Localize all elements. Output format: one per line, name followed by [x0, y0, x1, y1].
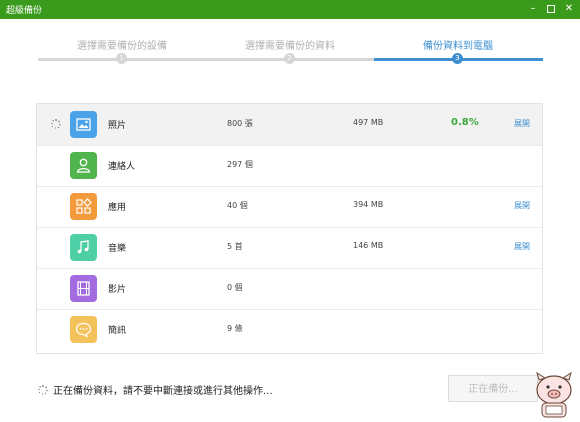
step-label-2: 選擇需要備份的資料	[245, 41, 335, 52]
apps-icon	[70, 193, 97, 220]
status-text: 正在備份資料，請不要中斷連接或進行其他操作...	[53, 386, 273, 397]
row-size: 497 MB	[353, 118, 384, 127]
list-item-video: 影片 0 個	[37, 268, 542, 310]
row-count: 800 張	[227, 119, 253, 128]
list-item-apps: 應用 40 個 394 MB 展開	[37, 186, 542, 228]
step-line-inactive	[38, 58, 374, 61]
step-label-3: 備份資料到電腦	[423, 41, 493, 52]
row-count: 9 條	[227, 324, 243, 333]
expand-link[interactable]: 展開	[514, 241, 530, 252]
pig-mascot-icon	[536, 371, 572, 418]
expand-link[interactable]: 展開	[514, 118, 530, 129]
row-percent: 0.8%	[451, 117, 479, 128]
row-name: 照片	[108, 121, 127, 131]
row-name: 影片	[108, 285, 127, 295]
step-label-1: 選擇需要備份的設備	[77, 41, 167, 52]
row-count: 297 個	[227, 160, 253, 169]
row-count: 40 個	[227, 201, 248, 210]
video-icon	[70, 275, 97, 302]
row-name: 應用	[108, 203, 127, 213]
row-size: 146 MB	[353, 241, 384, 250]
backup-progress-button[interactable]: 正在備份...	[448, 375, 538, 402]
step-dot-3: 3	[452, 53, 463, 64]
backup-list: 照片 800 張 497 MB 0.8% 展開 連絡人 297 個 應用 40 …	[36, 103, 543, 354]
close-icon[interactable]: ✕	[561, 1, 577, 17]
window-title: 超級備份	[6, 6, 43, 16]
list-item-music: 音樂 5 首 146 MB 展開	[37, 227, 542, 269]
minimize-icon[interactable]: –	[525, 1, 541, 17]
row-count: 5 首	[227, 242, 243, 251]
row-size: 394 MB	[353, 200, 384, 209]
row-count: 0 個	[227, 283, 243, 292]
loading-spinner-icon	[51, 119, 61, 129]
list-item-messages: 簡訊 9 條	[37, 309, 542, 350]
row-name: 連絡人	[108, 162, 136, 172]
progress-steps: 選擇需要備份的設備 選擇需要備份的資料 備份資料到電腦 1 2 3	[38, 37, 543, 67]
photo-icon	[70, 111, 97, 138]
row-name: 音樂	[108, 244, 127, 254]
loading-spinner-icon	[38, 385, 48, 395]
maximize-icon[interactable]	[543, 1, 559, 17]
backup-status: 正在備份資料，請不要中斷連接或進行其他操作...	[38, 382, 273, 397]
title-bar: 超級備份 – ✕	[0, 0, 580, 19]
step-dot-2: 2	[284, 53, 295, 64]
list-item-photos: 照片 800 張 497 MB 0.8% 展開	[37, 104, 542, 146]
step-dot-1: 1	[116, 53, 127, 64]
expand-link[interactable]: 展開	[514, 200, 530, 211]
message-icon	[70, 316, 97, 343]
music-icon	[70, 234, 97, 261]
contact-icon	[70, 152, 97, 179]
row-name: 簡訊	[108, 326, 127, 336]
list-item-contacts: 連絡人 297 個	[37, 145, 542, 187]
